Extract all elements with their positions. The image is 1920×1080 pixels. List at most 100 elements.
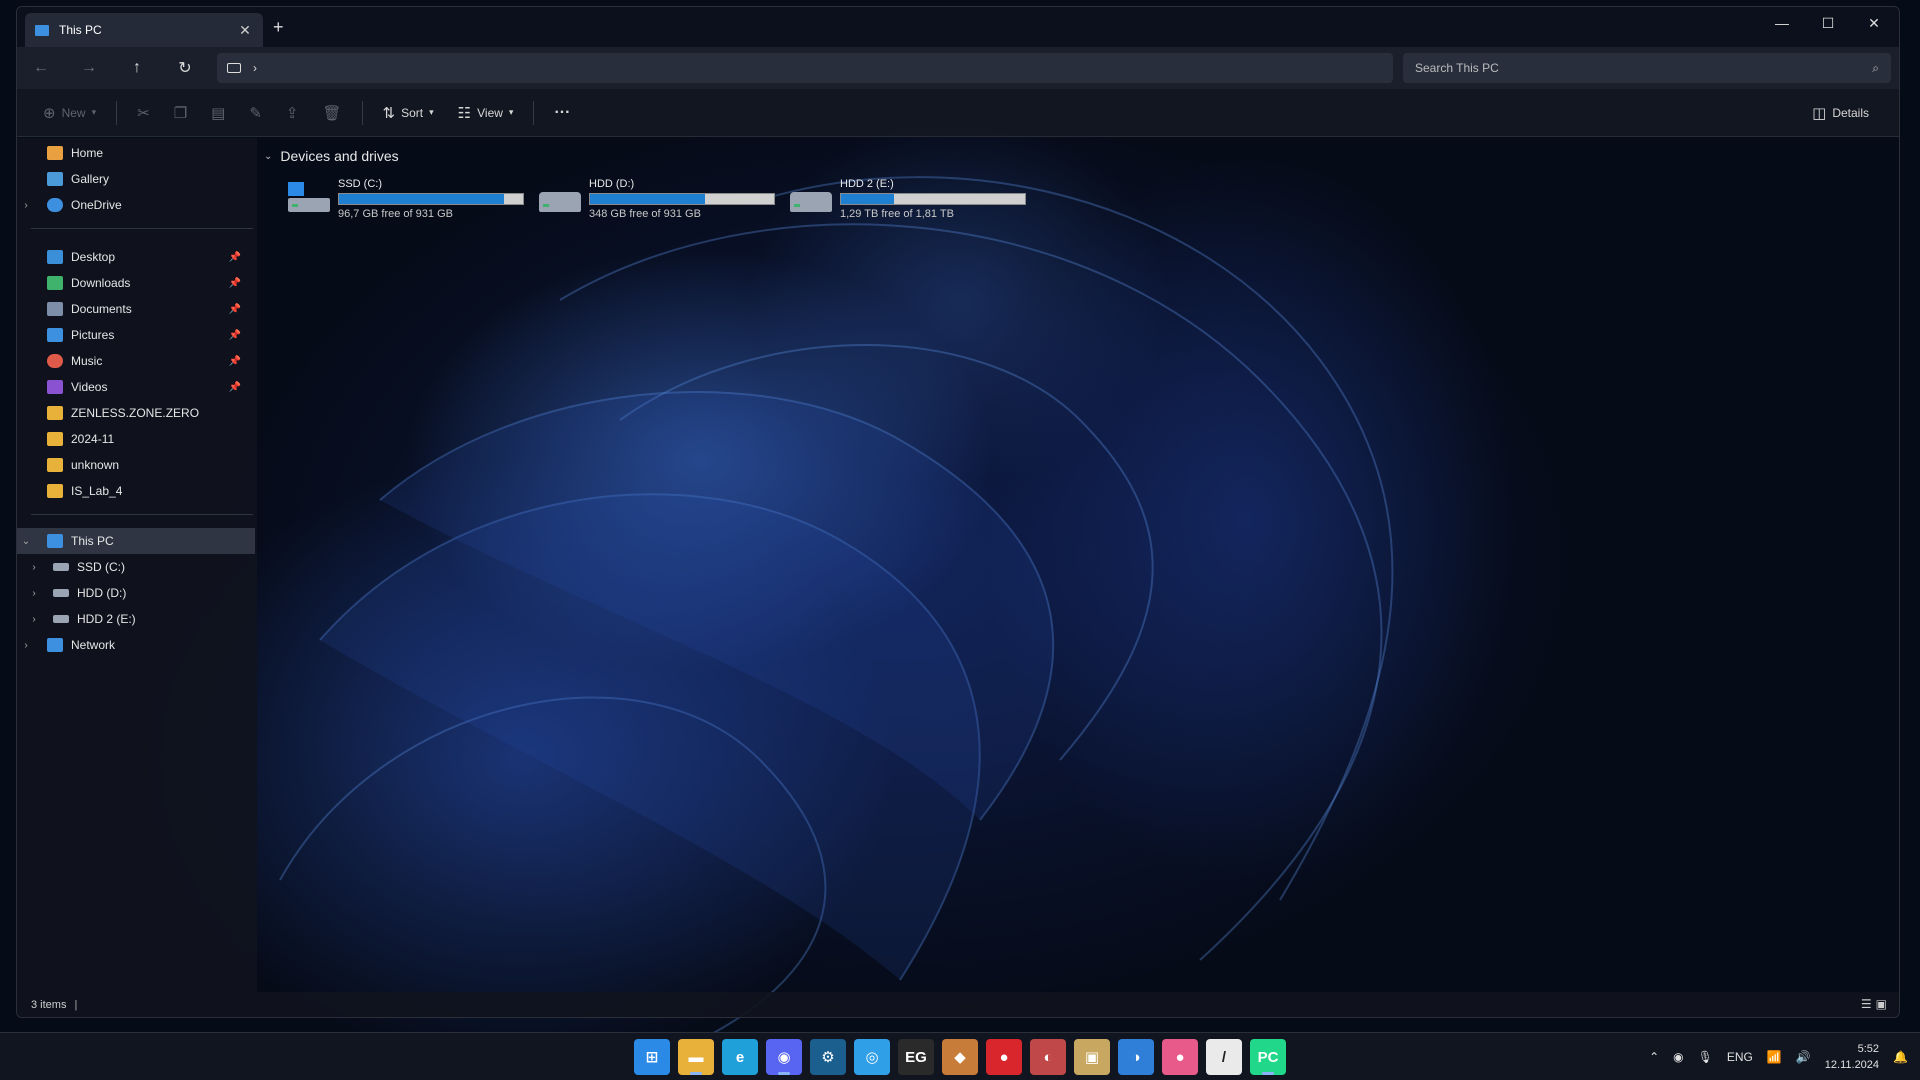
sidebar-item-label: 2024-11	[71, 432, 115, 446]
drive-usage-fill	[339, 194, 504, 204]
app-art-icon[interactable]: ▣	[1074, 1039, 1110, 1075]
volume-icon[interactable]: 🔊	[1796, 1050, 1811, 1064]
pycharm-icon[interactable]: PC	[1250, 1039, 1286, 1075]
video-icon	[47, 380, 63, 394]
chevron-right-icon[interactable]: ›	[25, 588, 43, 599]
new-button[interactable]: ⊕ New ▾	[31, 97, 108, 129]
steam-icon[interactable]: ⚙	[810, 1039, 846, 1075]
more-options-button[interactable]: ···	[542, 97, 582, 129]
app-pink-icon[interactable]: ●	[1162, 1039, 1198, 1075]
epic-games-icon[interactable]: EG	[898, 1039, 934, 1075]
sidebar-item-label: This PC	[71, 534, 114, 548]
sidebar-item-is-lab-4[interactable]: IS_Lab_4	[17, 478, 255, 504]
sidebar-item-unknown[interactable]: unknown	[17, 452, 255, 478]
tiles-view-icon[interactable]: ▣	[1876, 997, 1887, 1011]
edge-icon[interactable]: e	[722, 1039, 758, 1075]
chevron-right-icon[interactable]: ›	[25, 614, 43, 625]
drive-usage-bar	[840, 193, 1026, 205]
app-game-icon[interactable]: ◐	[1030, 1039, 1066, 1075]
drive-usage-fill	[590, 194, 706, 204]
copy-button[interactable]: ❐	[162, 97, 199, 129]
up-arrow-icon[interactable]: ↑	[113, 59, 161, 77]
paste-button[interactable]: ▤	[199, 97, 237, 129]
discord-icon[interactable]: ◉	[766, 1039, 802, 1075]
group-header-devices[interactable]: ⌄ Devices and drives	[264, 148, 399, 164]
chevron-down-icon[interactable]: ⌄	[17, 536, 35, 547]
cut-button[interactable]: ✂	[125, 97, 162, 129]
chevron-up-icon[interactable]: ⌃	[1649, 1050, 1659, 1064]
pin-icon[interactable]: 📌	[229, 252, 241, 263]
chevron-right-icon[interactable]: ›	[17, 640, 35, 651]
back-arrow-icon[interactable]: ←	[17, 59, 65, 77]
delete-button[interactable]: 🗑	[311, 97, 354, 129]
sort-button[interactable]: ⇅ Sort ▾	[371, 97, 446, 129]
pin-icon[interactable]: 📌	[229, 382, 241, 393]
microphone-icon[interactable]: 🎙	[1698, 1050, 1713, 1064]
file-explorer-icon[interactable]: ▬	[678, 1039, 714, 1075]
wifi-icon[interactable]: 📶	[1767, 1050, 1782, 1064]
discord-tray-icon[interactable]: ◉	[1673, 1050, 1683, 1064]
pin-icon[interactable]: 📌	[229, 278, 241, 289]
drive-tile-ssd-c[interactable]: SSD (C:) 96,7 GB free of 931 GB	[288, 178, 538, 226]
pictures-icon	[47, 328, 63, 342]
sidebar-item-zenless-zone-zero[interactable]: ZENLESS.ZONE.ZERO	[17, 400, 255, 426]
minimize-icon[interactable]: —	[1759, 15, 1805, 32]
search-input[interactable]: Search This PC ⌕	[1403, 53, 1891, 83]
sidebar-item-onedrive[interactable]: › OneDrive	[17, 192, 255, 218]
sidebar-item-hdd-2-e[interactable]: › HDD 2 (E:)	[17, 606, 255, 632]
app-cube-icon[interactable]: ◆	[942, 1039, 978, 1075]
address-bar[interactable]: ›	[217, 53, 1393, 83]
sidebar-item-documents[interactable]: Documents 📌	[17, 296, 255, 322]
share-icon: ⇪	[285, 104, 299, 122]
language-indicator[interactable]: ENG	[1727, 1050, 1753, 1064]
pin-icon[interactable]: 📌	[229, 356, 241, 367]
chevron-right-icon[interactable]: ›	[17, 200, 35, 211]
sidebar-item-network[interactable]: › Network	[17, 632, 255, 658]
app-hoyo-icon[interactable]: ◑	[1118, 1039, 1154, 1075]
cloud-icon	[47, 198, 63, 212]
rename-button[interactable]: ✎	[237, 97, 274, 129]
notification-bell-icon[interactable]: 🔔	[1893, 1050, 1908, 1064]
sidebar-item-music[interactable]: Music 📌	[17, 348, 255, 374]
sidebar-item-label: SSD (C:)	[77, 560, 125, 574]
music-icon	[47, 354, 63, 368]
refresh-icon[interactable]: ↻	[161, 58, 209, 78]
app-note-icon[interactable]: /	[1206, 1039, 1242, 1075]
pin-icon[interactable]: 📌	[229, 330, 241, 341]
sidebar-item-home[interactable]: Home	[17, 140, 255, 166]
sidebar-divider	[31, 514, 253, 515]
chevron-down-icon: ▾	[429, 107, 434, 117]
app-blue-icon[interactable]: ◎	[854, 1039, 890, 1075]
close-tab-icon[interactable]: ✕	[237, 22, 253, 39]
clipboard-icon: ▤	[211, 104, 226, 122]
clock[interactable]: 5:52 12.11.2024	[1825, 1041, 1879, 1073]
close-icon[interactable]: ✕	[1851, 15, 1897, 32]
view-button[interactable]: ☷ View ▾	[446, 97, 526, 129]
sidebar-item-ssd-c[interactable]: › SSD (C:)	[17, 554, 255, 580]
sidebar-item-hdd-d[interactable]: › HDD (D:)	[17, 580, 255, 606]
new-tab-button[interactable]: +	[273, 18, 284, 36]
details-view-icon[interactable]: ☰	[1861, 997, 1872, 1011]
sidebar-item-pictures[interactable]: Pictures 📌	[17, 322, 255, 348]
app-red-icon[interactable]: ●	[986, 1039, 1022, 1075]
drive-tile-hdd-2-e[interactable]: HDD 2 (E:) 1,29 TB free of 1,81 TB	[790, 178, 1040, 226]
share-button[interactable]: ⇪	[274, 97, 311, 129]
maximize-icon[interactable]: ☐	[1805, 15, 1851, 32]
drive-free-space: 96,7 GB free of 931 GB	[338, 208, 453, 220]
pin-icon[interactable]: 📌	[229, 304, 241, 315]
start-button-icon[interactable]: ⊞	[634, 1039, 670, 1075]
tab-this-pc[interactable]: This PC ✕	[25, 13, 263, 47]
drive-tile-hdd-d[interactable]: HDD (D:) 348 GB free of 931 GB	[539, 178, 789, 226]
forward-arrow-icon[interactable]: →	[65, 59, 113, 77]
sidebar-item-videos[interactable]: Videos 📌	[17, 374, 255, 400]
sidebar-item-desktop[interactable]: Desktop 📌	[17, 244, 255, 270]
breadcrumb-separator[interactable]: ›	[253, 61, 257, 75]
sidebar-item-this-pc[interactable]: ⌄ This PC	[17, 528, 255, 554]
sidebar-item-2024-11[interactable]: 2024-11	[17, 426, 255, 452]
plus-circle-icon: ⊕	[43, 104, 56, 122]
sidebar-item-downloads[interactable]: Downloads 📌	[17, 270, 255, 296]
scissors-icon: ✂	[137, 104, 150, 122]
sidebar-item-gallery[interactable]: Gallery	[17, 166, 255, 192]
details-button[interactable]: ◫ Details	[1800, 97, 1881, 129]
chevron-right-icon[interactable]: ›	[25, 562, 43, 573]
